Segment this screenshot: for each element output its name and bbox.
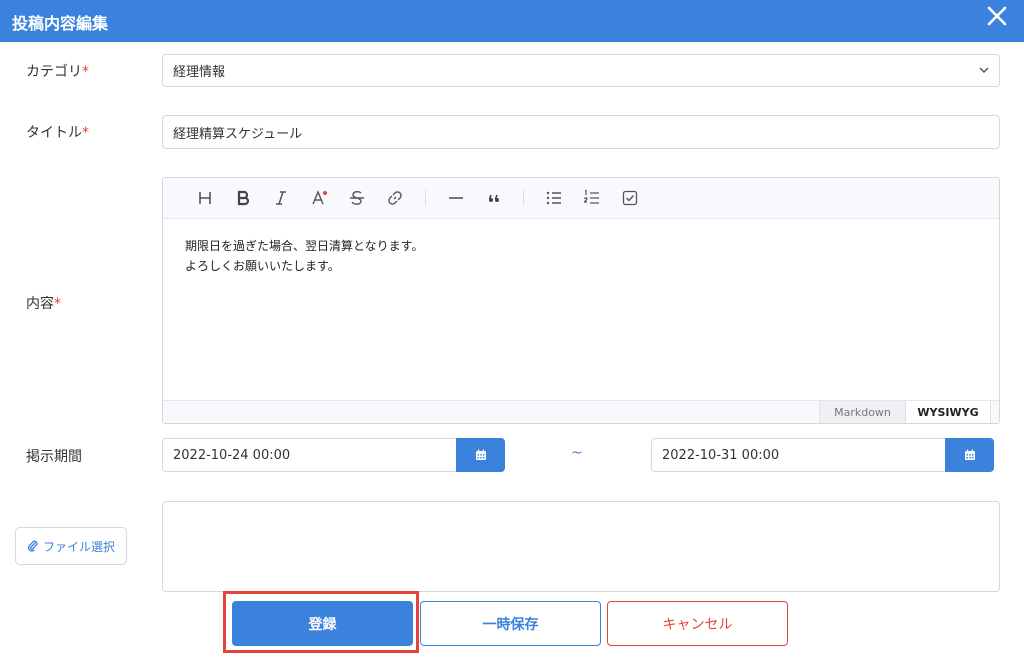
bold-button[interactable] <box>233 188 253 208</box>
toolbar-divider <box>523 190 524 206</box>
editor-mode-bar: Markdown WYSIWYG <box>163 400 999 423</box>
end-date-value: 2022-10-31 00:00 <box>662 447 780 463</box>
title-label: タイトル* <box>26 125 89 141</box>
start-date-value: 2022-10-24 00:00 <box>173 447 291 463</box>
link-icon <box>388 191 402 205</box>
submit-button[interactable]: 登録 <box>232 601 413 646</box>
start-date-input[interactable]: 2022-10-24 00:00 <box>162 438 457 472</box>
content-line: 期限日を過ぎた場合、翌日清算となります。 <box>185 239 424 253</box>
task-list-button[interactable] <box>620 188 640 208</box>
toolbar-divider <box>425 190 426 206</box>
bullet-list-icon <box>546 191 561 205</box>
ordered-list-icon <box>583 189 599 204</box>
close-icon <box>987 6 1007 26</box>
calendar-icon <box>964 449 975 460</box>
category-value: 経理情報 <box>173 65 226 80</box>
ordered-list-button[interactable] <box>582 188 602 208</box>
calendar-icon <box>475 449 486 460</box>
file-select-button[interactable]: ファイル選択 <box>15 527 127 565</box>
save-draft-button[interactable]: 一時保存 <box>420 601 601 646</box>
content-line: よろしくお願いいたします。 <box>185 259 340 273</box>
title-input[interactable]: 経理精算スケジュール <box>162 115 1000 149</box>
close-button[interactable] <box>986 5 1008 27</box>
dialog-header: 投稿内容編集 <box>0 0 1024 42</box>
strikethrough-icon <box>350 190 364 205</box>
horizontal-rule-button[interactable] <box>446 188 466 208</box>
quote-icon <box>488 194 499 202</box>
period-label: 掲示期間 <box>26 449 82 465</box>
end-calendar-button[interactable] <box>945 438 994 472</box>
title-value: 経理精算スケジュール <box>173 126 303 142</box>
italic-button[interactable] <box>271 188 291 208</box>
markdown-mode-tab[interactable]: Markdown <box>819 401 905 423</box>
file-select-label: ファイル選択 <box>42 539 115 554</box>
file-drop-area[interactable] <box>162 501 1000 592</box>
bold-icon <box>237 190 250 206</box>
editor-toolbar <box>163 178 999 219</box>
quote-button[interactable] <box>484 188 504 208</box>
content-editor[interactable]: 期限日を過ぎた場合、翌日清算となります。 よろしくお願いいたします。 Markd… <box>162 177 1000 424</box>
start-calendar-button[interactable] <box>456 438 505 472</box>
heading-icon <box>199 192 211 204</box>
strikethrough-button[interactable] <box>347 188 367 208</box>
category-select[interactable]: 経理情報 <box>162 54 1000 87</box>
horizontal-rule-icon <box>449 197 463 199</box>
category-label: カテゴリ* <box>26 64 89 80</box>
end-date-input[interactable]: 2022-10-31 00:00 <box>651 438 946 472</box>
cancel-button[interactable]: キャンセル <box>607 601 788 646</box>
date-range-separator: ~ <box>571 445 583 461</box>
bullet-list-button[interactable] <box>544 188 564 208</box>
paperclip-icon <box>27 540 38 552</box>
content-label: 内容* <box>26 296 61 312</box>
text-color-icon <box>312 190 327 205</box>
task-list-icon <box>622 190 638 206</box>
heading-button[interactable] <box>195 188 215 208</box>
dialog-title: 投稿内容編集 <box>12 14 109 33</box>
wysiwyg-mode-tab[interactable]: WYSIWYG <box>905 401 991 423</box>
link-button[interactable] <box>385 188 405 208</box>
chevron-down-icon <box>979 67 989 74</box>
editor-content[interactable]: 期限日を過ぎた場合、翌日清算となります。 よろしくお願いいたします。 <box>185 236 423 276</box>
text-color-button[interactable] <box>309 188 329 208</box>
italic-icon <box>276 191 286 205</box>
